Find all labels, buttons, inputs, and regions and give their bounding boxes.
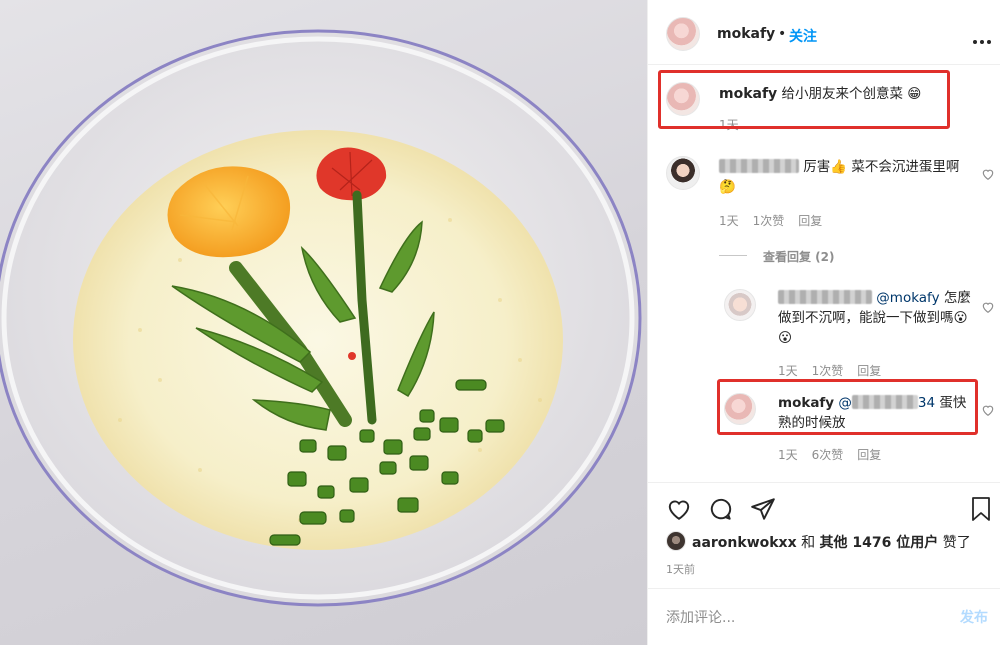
like-comment-heart-icon[interactable]	[981, 402, 995, 416]
reply-1-text: @mokafy 怎麼做到不沉啊，能說一下做到嗎😮😮	[778, 288, 978, 348]
post-photo	[0, 0, 647, 645]
highlight-box-caption	[658, 70, 950, 129]
post-time: 1天前	[666, 563, 695, 576]
post-comment-button[interactable]: 发布	[960, 607, 988, 627]
likes-others[interactable]: 其他 1476 位用户	[820, 535, 939, 551]
comment-icon[interactable]	[708, 496, 734, 522]
comment-time: 1天	[778, 448, 798, 462]
thinking-emoji: 🤔	[719, 179, 736, 195]
comment-time: 1天	[719, 214, 739, 228]
reply-button[interactable]: 回复	[857, 448, 881, 462]
like-comment-heart-icon[interactable]	[981, 166, 995, 180]
comment-likes[interactable]: 1次赞	[812, 364, 844, 378]
header-avatar[interactable]	[666, 17, 700, 51]
liker-avatar[interactable]	[666, 531, 686, 551]
blurred-username	[778, 290, 872, 304]
heart-icon[interactable]	[666, 496, 692, 522]
header-dot: •	[778, 26, 787, 42]
comment-1-text-part1: 厉害	[803, 159, 831, 175]
bookmark-icon[interactable]	[969, 496, 993, 522]
reply-button[interactable]: 回复	[857, 364, 881, 378]
likes-line: aaronkwokxx 和 其他 1476 位用户 赞了	[692, 532, 971, 552]
like-comment-heart-icon[interactable]	[981, 299, 995, 313]
reply-2-meta: 1天 6次赞 回复	[778, 446, 895, 463]
steamed-egg-flower-dish	[0, 29, 642, 607]
likes-and: 和	[801, 535, 816, 551]
comment-1-text-part2: 菜不会沉进蛋里啊	[851, 159, 960, 175]
thumbs-up-emoji: 👍	[830, 159, 848, 175]
reply-avatar[interactable]	[724, 289, 756, 321]
actions-divider	[648, 482, 1000, 483]
follow-button[interactable]: 关注	[789, 26, 817, 46]
comment-likes[interactable]: 6次赞	[812, 448, 844, 462]
add-comment-input[interactable]: 添加评论...	[666, 607, 735, 627]
liker-username[interactable]: aaronkwokxx	[692, 535, 797, 551]
likes-suffix: 赞了	[942, 535, 971, 551]
comment-time: 1天	[778, 364, 798, 378]
mention-link[interactable]: @mokafy	[876, 290, 939, 306]
view-replies-button[interactable]: 查看回复 (2)	[763, 248, 835, 265]
share-icon[interactable]	[750, 496, 776, 522]
post-side-panel: mokafy • 关注 mokafy 给小朋友来个创意菜 😁 1天 厉害👍 菜不…	[647, 0, 1000, 645]
highlight-box-reply	[717, 379, 978, 435]
comment-box-divider	[648, 588, 1000, 589]
view-replies-line	[719, 255, 747, 256]
reply-button[interactable]: 回复	[798, 214, 822, 228]
comment-avatar[interactable]	[666, 156, 700, 190]
reply-1-meta: 1天 1次赞 回复	[778, 362, 895, 379]
more-horizontal-icon[interactable]	[972, 30, 992, 44]
comment-likes[interactable]: 1次赞	[753, 214, 785, 228]
header-divider	[648, 64, 1000, 65]
comment-1-text: 厉害👍 菜不会沉进蛋里啊 🤔	[719, 157, 969, 197]
blurred-username	[719, 159, 799, 173]
comment-1-meta: 1天 1次赞 回复	[719, 212, 836, 229]
header-username[interactable]: mokafy	[717, 26, 775, 42]
